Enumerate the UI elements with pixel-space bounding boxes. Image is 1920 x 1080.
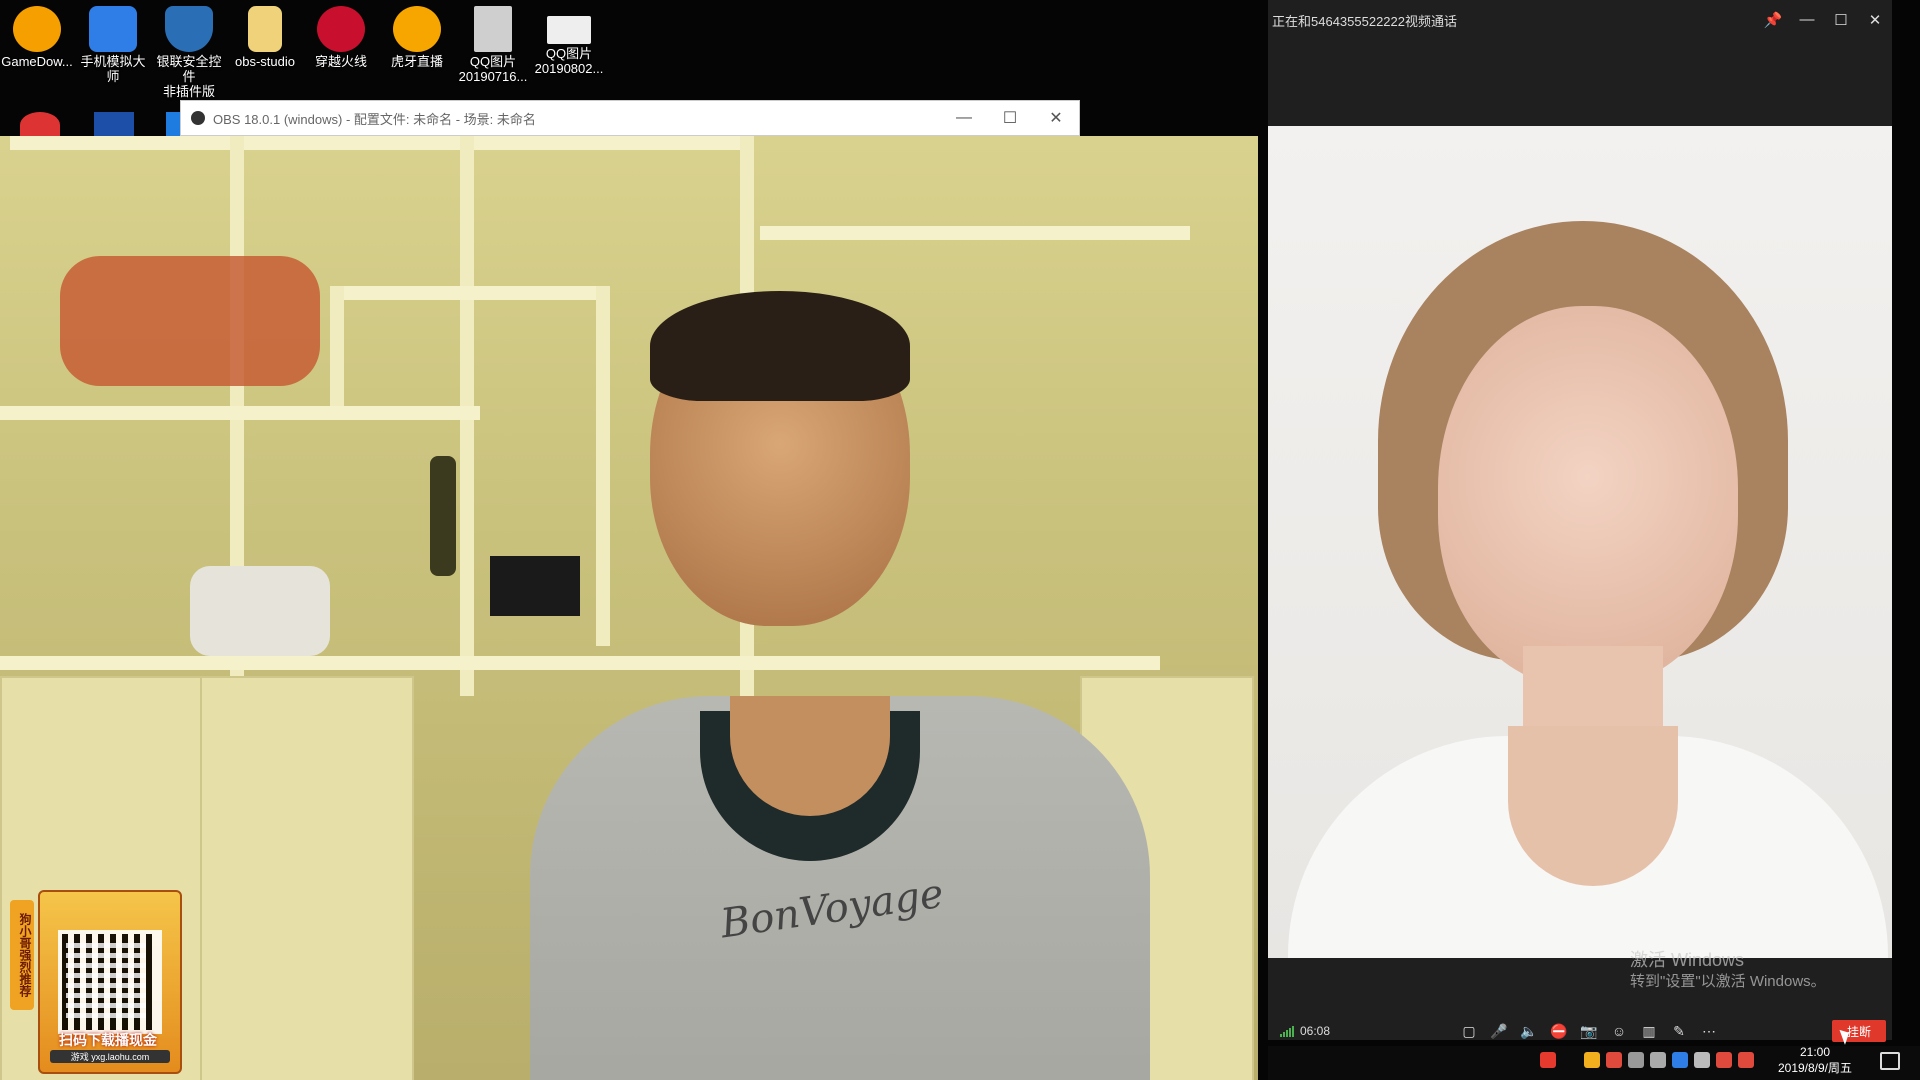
bottle: [430, 456, 456, 576]
image-icon: [547, 16, 591, 44]
close-button[interactable]: ✕: [1033, 101, 1079, 135]
desktop-icon-phone-emulator[interactable]: 手机模拟大师: [76, 6, 150, 84]
desktop-icon-label-line1: 银联安全控件: [156, 54, 222, 84]
shelf: [330, 286, 344, 406]
desktop-icon-label: obs-studio: [235, 54, 295, 69]
call-titlebar[interactable]: 正在和5464355522222视频通话 📌 — ☐ ✕: [1268, 6, 1892, 34]
microphone-icon[interactable]: 🎤: [1484, 1021, 1514, 1041]
video-call-window: 正在和5464355522222视频通话 📌 — ☐ ✕: [1268, 0, 1892, 1040]
close-button[interactable]: ✕: [1858, 11, 1892, 29]
shelf: [596, 286, 610, 646]
minimize-button[interactable]: —: [941, 101, 987, 135]
desktop-icon-label: 虎牙直播: [390, 54, 443, 69]
image-icon: [474, 6, 512, 52]
notification-icon[interactable]: [1880, 1052, 1900, 1070]
tray-app-icon[interactable]: [1584, 1052, 1600, 1068]
camera-off-icon[interactable]: ⛔: [1544, 1021, 1574, 1041]
crossfire-icon: [317, 6, 365, 52]
sogou-icon[interactable]: [1540, 1052, 1556, 1068]
effects-icon[interactable]: ☺: [1604, 1021, 1634, 1041]
obs-titlebar[interactable]: OBS 18.0.1 (windows) - 配置文件: 未命名 - 场景: 未…: [180, 100, 1080, 136]
desktop-icon-label-line1: QQ图片: [545, 46, 593, 61]
more-icon[interactable]: ⋯: [1694, 1021, 1724, 1041]
system-tray: [1540, 1052, 1754, 1068]
desktop-icon-huya[interactable]: 虎牙直播: [380, 6, 454, 69]
taskbar-clock[interactable]: 21:00 2019/8/9/周五: [1770, 1044, 1860, 1076]
tray-app-icon[interactable]: [1672, 1052, 1688, 1068]
desktop-icon-label: GameDow...: [1, 54, 73, 69]
tray-app-icon[interactable]: [1628, 1052, 1644, 1068]
shelf: [0, 656, 1160, 670]
desktop-icon-obs-studio[interactable]: obs-studio: [228, 6, 302, 69]
maximize-button[interactable]: ☐: [987, 101, 1033, 135]
desktop-icon-label-line2: 20190716...: [458, 69, 528, 84]
obs-preview-camera: BonVoyage: [0, 136, 1258, 1080]
shelf: [330, 286, 610, 300]
pin-button[interactable]: 📌: [1756, 11, 1790, 29]
volume-icon[interactable]: [1694, 1052, 1710, 1068]
speaker-icon[interactable]: 🔈: [1514, 1021, 1544, 1041]
clock-date: 2019/8/9/周五: [1777, 1061, 1853, 1075]
desktop-icon-label: 穿越火线: [314, 54, 367, 69]
shelf: [0, 406, 480, 420]
desktop-icon-unionpay-security[interactable]: 银联安全控件 非插件版: [152, 6, 226, 99]
desktop-icon-label-line1: QQ图片: [469, 54, 517, 69]
tray-app-icon[interactable]: [1716, 1052, 1732, 1068]
tray-app-icon[interactable]: [1606, 1052, 1622, 1068]
desktop-icon-qq-image-2[interactable]: QQ图片 20190802...: [532, 6, 606, 76]
huya-icon: [393, 6, 441, 52]
promo-side-banner: 狗小哥强烈推荐: [10, 900, 34, 1010]
activation-watermark-text: 转到"设置"以激活 Windows。: [1630, 973, 1826, 990]
remote-video: [1268, 126, 1892, 958]
obs-logo-icon: [191, 111, 205, 125]
phone-emulator-icon: [89, 6, 137, 52]
network-icon[interactable]: [1650, 1052, 1666, 1068]
layout-icon[interactable]: ▥: [1634, 1021, 1664, 1041]
desktop-icons: GameDow... 手机模拟大师 银联安全控件 非插件版 obs-studio…: [0, 0, 1268, 138]
desktop-icon-qq-image-1[interactable]: QQ图片 20190716...: [456, 6, 530, 84]
obs-window-title: OBS 18.0.1 (windows) - 配置文件: 未命名 - 场景: 未…: [213, 111, 536, 127]
screenshot-icon[interactable]: 📷: [1574, 1021, 1604, 1041]
speaker: [490, 556, 580, 616]
toys: [60, 256, 320, 386]
cabinet-door: [200, 676, 414, 1080]
shelf: [10, 136, 750, 150]
folder-icon: [248, 6, 282, 52]
shield-icon: [165, 6, 213, 52]
activation-watermark-title: 激活 Windows: [1630, 950, 1745, 970]
desktop-icon-label: 手机模拟大师: [80, 54, 146, 84]
person-hair: [650, 291, 910, 401]
person-face: [1438, 306, 1738, 686]
app-icon[interactable]: [94, 112, 134, 138]
qq-icon[interactable]: [20, 112, 60, 138]
promo-title: 扫码下载播现金: [59, 1032, 157, 1048]
shelf: [760, 226, 1190, 240]
qr-code-pattern: [66, 938, 146, 1018]
call-toolbar: 06:08 ▢ 🎤 🔈 ⛔ 📷 ☺ ▥ ✎ ⋯: [1268, 1016, 1892, 1046]
minimize-button[interactable]: —: [1790, 11, 1824, 29]
fullscreen-icon[interactable]: ▢: [1454, 1021, 1484, 1041]
tray-app-icon[interactable]: [1738, 1052, 1754, 1068]
clock-time: 21:00: [1799, 1045, 1831, 1059]
desktop-icon-gamedownload[interactable]: GameDow...: [0, 6, 74, 69]
desktop-icon-label-line2: 非插件版: [162, 84, 215, 99]
promo-url: 游戏 yxg.laohu.com: [50, 1050, 170, 1063]
call-title: 正在和5464355522222视频通话: [1272, 13, 1457, 29]
gamedownload-icon: [13, 6, 61, 52]
desktop-icon-label-line2: 20190802...: [534, 61, 604, 76]
maximize-button[interactable]: ☐: [1824, 11, 1858, 29]
desktop-icon-crossfire[interactable]: 穿越火线: [304, 6, 378, 69]
bag: [190, 566, 330, 656]
note-icon[interactable]: ✎: [1664, 1021, 1694, 1041]
call-duration: 06:08: [1300, 1024, 1331, 1038]
signal-strength-icon: [1280, 1025, 1294, 1037]
